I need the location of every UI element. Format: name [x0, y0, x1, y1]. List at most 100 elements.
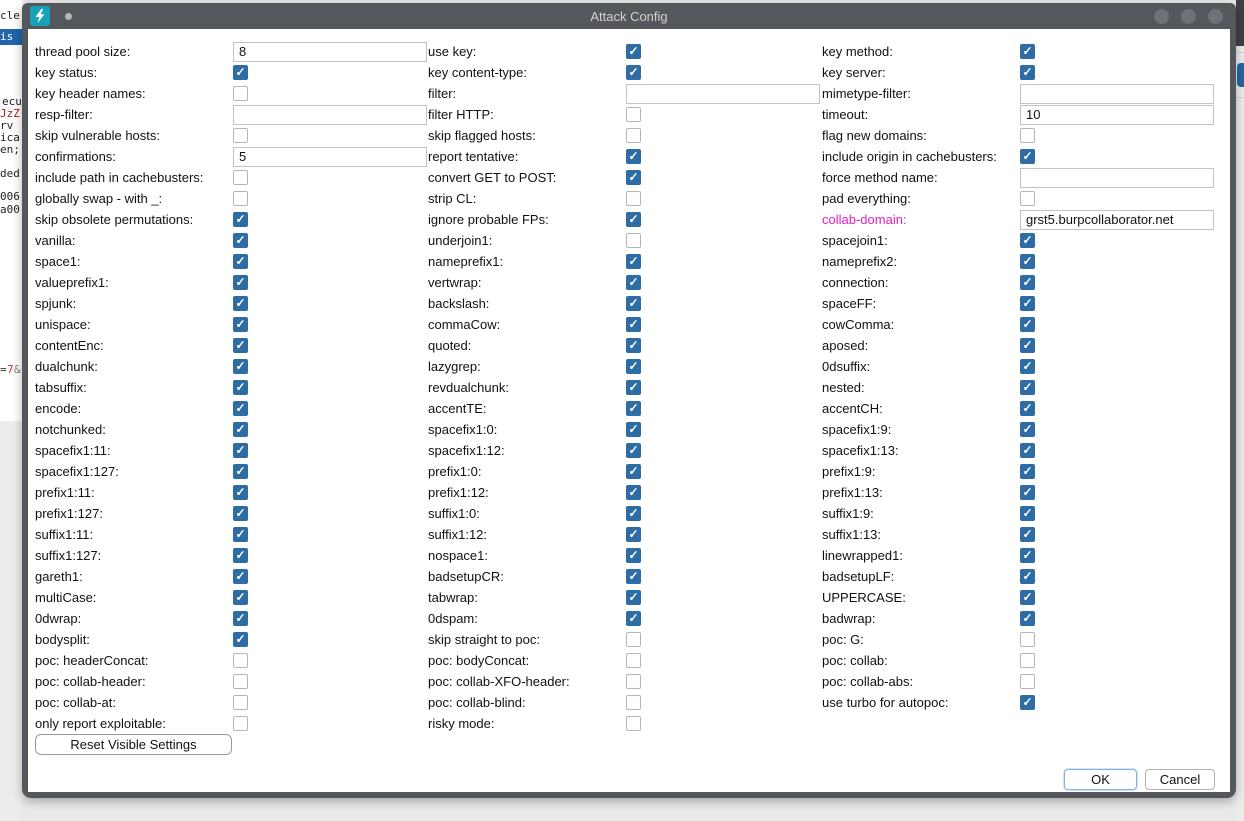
checkbox-nameprefix2[interactable]: ✓: [1020, 254, 1035, 269]
checkbox-only-report-exploitable[interactable]: [233, 716, 248, 731]
checkbox-encode[interactable]: ✓: [233, 401, 248, 416]
checkbox-risky-mode[interactable]: [626, 716, 641, 731]
checkbox-include-path-in-cachebusters[interactable]: [233, 170, 248, 185]
checkbox-report-tentative[interactable]: ✓: [626, 149, 641, 164]
checkbox-globally-swap-with[interactable]: [233, 191, 248, 206]
checkbox-suffix1-13[interactable]: ✓: [1020, 527, 1035, 542]
input-filter[interactable]: [626, 84, 820, 104]
checkbox-prefix1-13[interactable]: ✓: [1020, 485, 1035, 500]
checkbox-spacefix1-13[interactable]: ✓: [1020, 443, 1035, 458]
input-confirmations[interactable]: [233, 147, 427, 167]
checkbox-key-header-names[interactable]: [233, 86, 248, 101]
checkbox-bodysplit[interactable]: ✓: [233, 632, 248, 647]
checkbox-multicase[interactable]: ✓: [233, 590, 248, 605]
checkbox-tabwrap[interactable]: ✓: [626, 590, 641, 605]
checkbox-key-server[interactable]: ✓: [1020, 65, 1035, 80]
checkbox-pad-everything[interactable]: [1020, 191, 1035, 206]
checkbox-poc-collab-blind[interactable]: [626, 695, 641, 710]
maximize-button[interactable]: [1181, 9, 1196, 24]
checkbox-suffix1-0[interactable]: ✓: [626, 506, 641, 521]
checkbox-suffix1-11[interactable]: ✓: [233, 527, 248, 542]
reset-visible-settings-button[interactable]: Reset Visible Settings: [35, 734, 232, 755]
checkbox-valueprefix1[interactable]: ✓: [233, 275, 248, 290]
checkbox-nameprefix1[interactable]: ✓: [626, 254, 641, 269]
checkbox-poc-collab-abs[interactable]: [1020, 674, 1035, 689]
checkbox-poc-collab-at[interactable]: [233, 695, 248, 710]
checkbox-suffix1-127[interactable]: ✓: [233, 548, 248, 563]
checkbox-badwrap[interactable]: ✓: [1020, 611, 1035, 626]
checkbox-lazygrep[interactable]: ✓: [626, 359, 641, 374]
checkbox-0dwrap[interactable]: ✓: [233, 611, 248, 626]
input-collab-domain[interactable]: [1020, 210, 1214, 230]
checkbox-0dspam[interactable]: ✓: [626, 611, 641, 626]
input-thread-pool-size[interactable]: [233, 42, 427, 62]
checkbox-spacefix1-0[interactable]: ✓: [626, 422, 641, 437]
checkbox-include-origin-in-cachebusters[interactable]: ✓: [1020, 149, 1035, 164]
checkbox-spjunk[interactable]: ✓: [233, 296, 248, 311]
checkbox-backslash[interactable]: ✓: [626, 296, 641, 311]
checkbox-prefix1-0[interactable]: ✓: [626, 464, 641, 479]
checkbox-space1[interactable]: ✓: [233, 254, 248, 269]
checkbox-poc-g[interactable]: [1020, 632, 1035, 647]
checkbox-prefix1-9[interactable]: ✓: [1020, 464, 1035, 479]
checkbox-badsetuplf[interactable]: ✓: [1020, 569, 1035, 584]
checkbox-accentch[interactable]: ✓: [1020, 401, 1035, 416]
checkbox-poc-bodyconcat[interactable]: [626, 653, 641, 668]
checkbox-use-key[interactable]: ✓: [626, 44, 641, 59]
checkbox-notchunked[interactable]: ✓: [233, 422, 248, 437]
checkbox-poc-collab-header[interactable]: [233, 674, 248, 689]
input-resp-filter[interactable]: [233, 105, 427, 125]
checkbox-vanilla[interactable]: ✓: [233, 233, 248, 248]
checkbox-cowcomma[interactable]: ✓: [1020, 317, 1035, 332]
checkbox-poc-headerconcat[interactable]: [233, 653, 248, 668]
checkbox-skip-vulnerable-hosts[interactable]: [233, 128, 248, 143]
checkbox-commacow[interactable]: ✓: [626, 317, 641, 332]
checkbox-contentenc[interactable]: ✓: [233, 338, 248, 353]
checkbox-prefix1-11[interactable]: ✓: [233, 485, 248, 500]
checkbox-suffix1-12[interactable]: ✓: [626, 527, 641, 542]
checkbox-linewrapped1[interactable]: ✓: [1020, 548, 1035, 563]
checkbox-spacefix1-12[interactable]: ✓: [626, 443, 641, 458]
checkbox-skip-flagged-hosts[interactable]: [626, 128, 641, 143]
checkbox-convert-get-to-post[interactable]: ✓: [626, 170, 641, 185]
checkbox-prefix1-127[interactable]: ✓: [233, 506, 248, 521]
close-button[interactable]: [1208, 9, 1223, 24]
input-timeout[interactable]: [1020, 105, 1214, 125]
checkbox-flag-new-domains[interactable]: [1020, 128, 1035, 143]
checkbox-spacefix1-11[interactable]: ✓: [233, 443, 248, 458]
cancel-button[interactable]: Cancel: [1145, 769, 1215, 790]
checkbox-0dsuffix[interactable]: ✓: [1020, 359, 1035, 374]
checkbox-aposed[interactable]: ✓: [1020, 338, 1035, 353]
checkbox-spacefix1-9[interactable]: ✓: [1020, 422, 1035, 437]
checkbox-spaceff[interactable]: ✓: [1020, 296, 1035, 311]
checkbox-connection[interactable]: ✓: [1020, 275, 1035, 290]
checkbox-prefix1-12[interactable]: ✓: [626, 485, 641, 500]
checkbox-use-turbo-for-autopoc[interactable]: ✓: [1020, 695, 1035, 710]
checkbox-poc-collab[interactable]: [1020, 653, 1035, 668]
input-force-method-name[interactable]: [1020, 168, 1214, 188]
checkbox-accentte[interactable]: ✓: [626, 401, 641, 416]
checkbox-nested[interactable]: ✓: [1020, 380, 1035, 395]
titlebar[interactable]: Attack Config: [22, 3, 1236, 29]
checkbox-spacejoin1[interactable]: ✓: [1020, 233, 1035, 248]
checkbox-suffix1-9[interactable]: ✓: [1020, 506, 1035, 521]
checkbox-filter-http[interactable]: [626, 107, 641, 122]
checkbox-strip-cl[interactable]: [626, 191, 641, 206]
minimize-button[interactable]: [1154, 9, 1169, 24]
checkbox-uppercase[interactable]: ✓: [1020, 590, 1035, 605]
checkbox-skip-straight-to-poc[interactable]: [626, 632, 641, 647]
checkbox-underjoin1[interactable]: [626, 233, 641, 248]
checkbox-spacefix1-127[interactable]: ✓: [233, 464, 248, 479]
ok-button[interactable]: OK: [1064, 769, 1137, 790]
checkbox-gareth1[interactable]: ✓: [233, 569, 248, 584]
checkbox-quoted[interactable]: ✓: [626, 338, 641, 353]
checkbox-revdualchunk[interactable]: ✓: [626, 380, 641, 395]
checkbox-key-status[interactable]: ✓: [233, 65, 248, 80]
checkbox-dualchunk[interactable]: ✓: [233, 359, 248, 374]
input-mimetype-filter[interactable]: [1020, 84, 1214, 104]
checkbox-unispace[interactable]: ✓: [233, 317, 248, 332]
checkbox-poc-collab-xfo-header[interactable]: [626, 674, 641, 689]
checkbox-skip-obsolete-permutations[interactable]: ✓: [233, 212, 248, 227]
checkbox-badsetupcr[interactable]: ✓: [626, 569, 641, 584]
checkbox-nospace1[interactable]: ✓: [626, 548, 641, 563]
